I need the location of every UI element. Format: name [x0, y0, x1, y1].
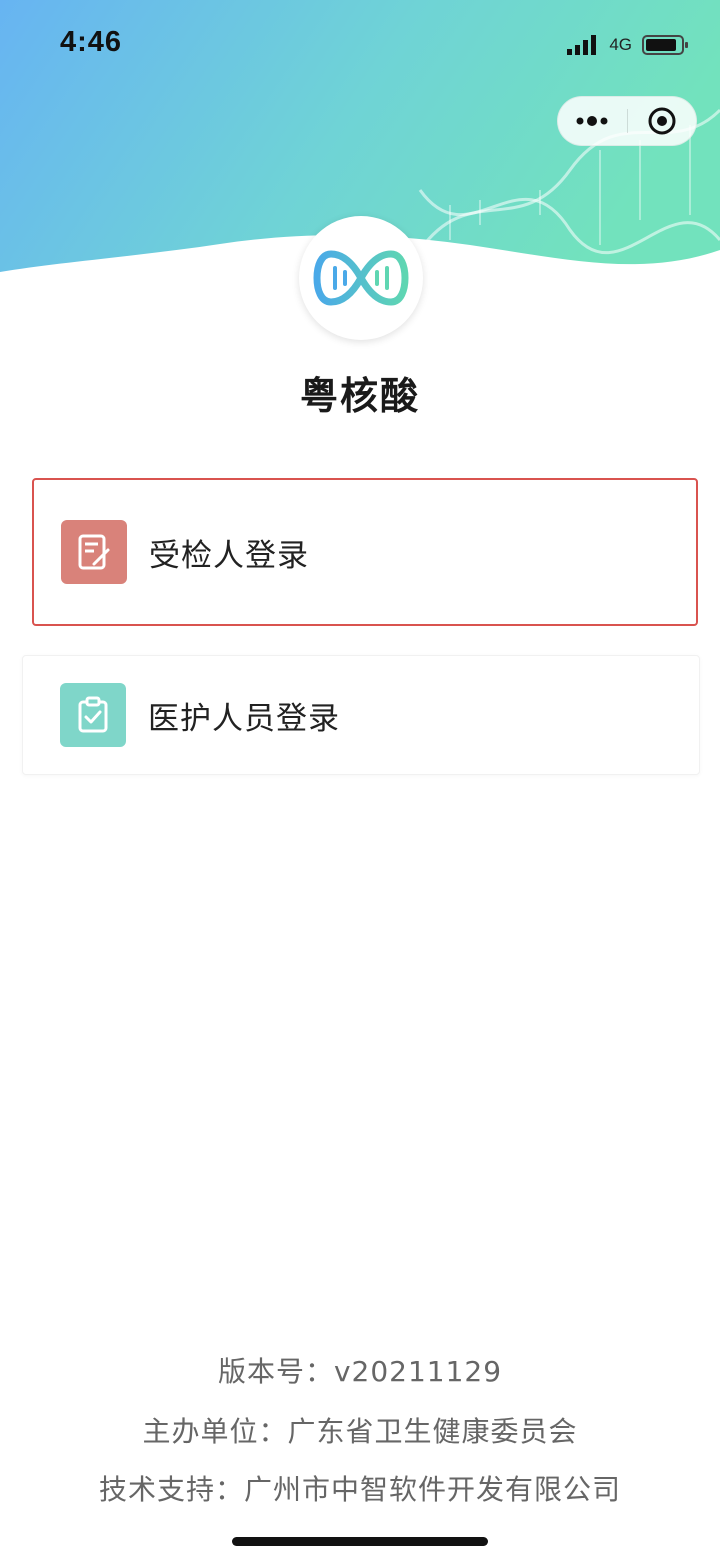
clipboard-check-icon	[60, 683, 126, 747]
organizer-text: 主办单位：广东省卫生健康委员会	[142, 1415, 578, 1448]
target-icon	[648, 107, 676, 135]
app-title: 粤核酸	[299, 374, 420, 418]
battery-icon	[642, 35, 688, 55]
more-icon	[576, 116, 608, 126]
edit-document-icon	[61, 520, 127, 584]
medical-staff-login-label: 医护人员登录	[148, 700, 340, 737]
signal-icon	[567, 35, 597, 55]
network-type: 4G	[609, 35, 632, 54]
tested-person-login-label: 受检人登录	[149, 537, 309, 574]
status-bar: 4:46 4G	[0, 0, 720, 90]
dna-infinity-logo-icon	[313, 250, 409, 306]
tech-support-text: 技术支持：广州市中智软件开发有限公司	[98, 1473, 621, 1506]
login-screen: 4:46 4G 粤核酸 受检人登录 医护人员登录 版本号：v20211129 主…	[0, 0, 720, 1560]
status-indicators: 4G	[565, 30, 690, 60]
status-time: 4:46	[60, 26, 123, 58]
tested-person-login-button[interactable]: 受检人登录	[32, 478, 698, 626]
close-miniprogram-button[interactable]	[628, 96, 697, 146]
medical-staff-login-button[interactable]: 医护人员登录	[22, 655, 700, 775]
home-indicator[interactable]	[232, 1537, 488, 1546]
miniprogram-capsule	[557, 96, 697, 146]
more-options-button[interactable]	[558, 96, 627, 146]
app-logo	[299, 216, 423, 340]
version-text: 版本号：v20211129	[217, 1355, 503, 1388]
